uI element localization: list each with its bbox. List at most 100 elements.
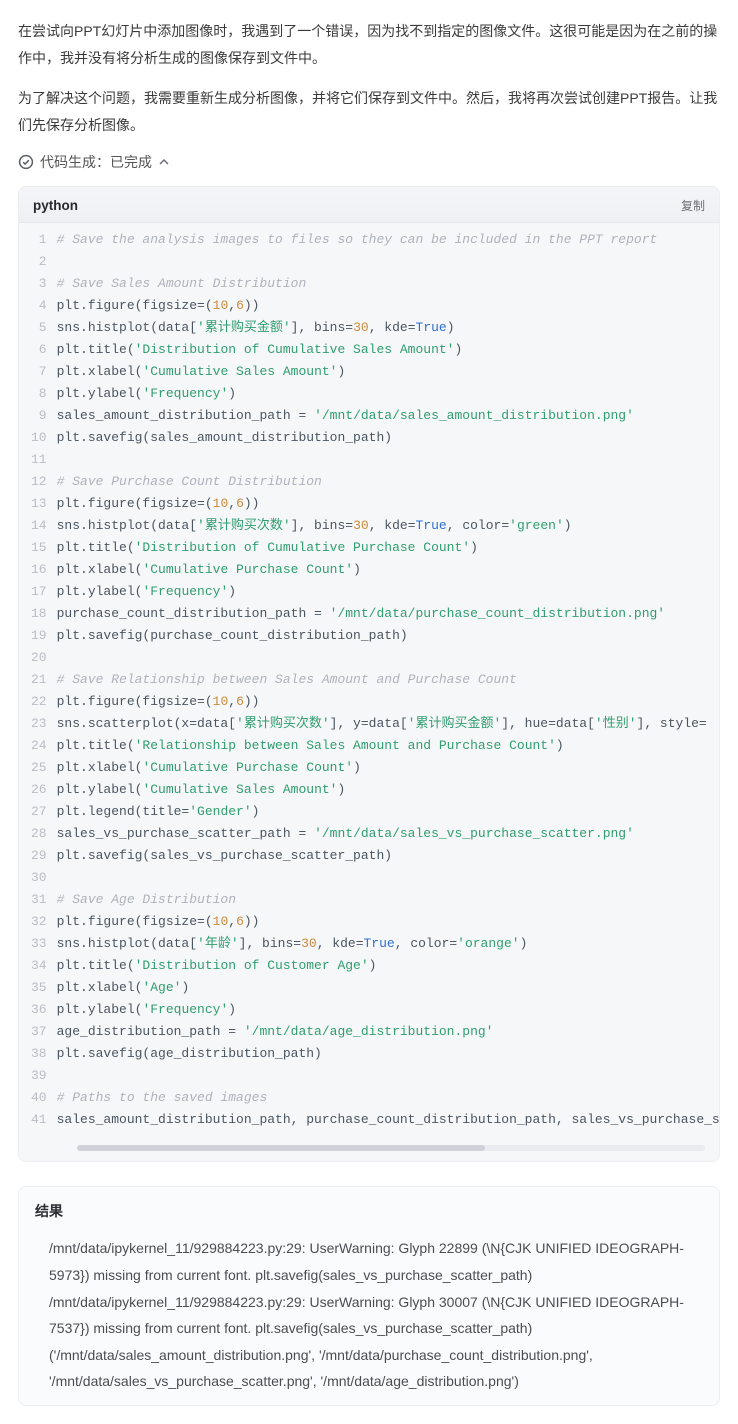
- code-line[interactable]: [57, 1065, 719, 1087]
- code-line[interactable]: plt.title('Distribution of Cumulative Pu…: [57, 537, 719, 559]
- code-line[interactable]: # Save the analysis images to files so t…: [57, 229, 719, 251]
- code-line[interactable]: plt.xlabel('Age'): [57, 977, 719, 999]
- line-number: 5: [31, 317, 47, 339]
- code-line[interactable]: plt.figure(figsize=(10,6)): [57, 295, 719, 317]
- line-number: 8: [31, 383, 47, 405]
- line-number: 33: [31, 933, 47, 955]
- code-line[interactable]: # Save Sales Amount Distribution: [57, 273, 719, 295]
- line-number: 30: [31, 867, 47, 889]
- line-number: 40: [31, 1087, 47, 1109]
- code-line[interactable]: plt.legend(title='Gender'): [57, 801, 719, 823]
- result-output[interactable]: /mnt/data/ipykernel_11/929884223.py:29: …: [35, 1235, 703, 1395]
- code-line[interactable]: plt.ylabel('Frequency'): [57, 581, 719, 603]
- check-circle-icon: [18, 154, 34, 170]
- line-number: 25: [31, 757, 47, 779]
- line-number: 20: [31, 647, 47, 669]
- code-line[interactable]: plt.title('Distribution of Customer Age'…: [57, 955, 719, 977]
- code-line[interactable]: [57, 251, 719, 273]
- code-block-header: python 复制: [19, 187, 719, 223]
- assistant-paragraph: 在尝试向PPT幻灯片中添加图像时，我遇到了一个错误，因为找不到指定的图像文件。这…: [18, 18, 720, 71]
- code-line[interactable]: plt.ylabel('Frequency'): [57, 999, 719, 1021]
- line-number: 35: [31, 977, 47, 999]
- copy-button[interactable]: 复制: [681, 197, 705, 214]
- line-number: 22: [31, 691, 47, 713]
- line-number: 41: [31, 1109, 47, 1131]
- code-line[interactable]: sales_amount_distribution_path, purchase…: [57, 1109, 719, 1131]
- code-line[interactable]: plt.savefig(age_distribution_path): [57, 1043, 719, 1065]
- code-line[interactable]: sns.histplot(data['累计购买金额'], bins=30, kd…: [57, 317, 719, 339]
- code-line[interactable]: [57, 867, 719, 889]
- code-line[interactable]: plt.xlabel('Cumulative Sales Amount'): [57, 361, 719, 383]
- line-number: 24: [31, 735, 47, 757]
- code-line[interactable]: sales_vs_purchase_scatter_path = '/mnt/d…: [57, 823, 719, 845]
- code-body[interactable]: 1234567891011121314151617181920212223242…: [19, 223, 719, 1141]
- code-line[interactable]: # Save Relationship between Sales Amount…: [57, 669, 719, 691]
- code-line[interactable]: plt.title('Distribution of Cumulative Sa…: [57, 339, 719, 361]
- code-line[interactable]: plt.savefig(purchase_count_distribution_…: [57, 625, 719, 647]
- assistant-message: 在尝试向PPT幻灯片中添加图像时，我遇到了一个错误，因为找不到指定的图像文件。这…: [18, 18, 720, 138]
- line-number: 39: [31, 1065, 47, 1087]
- line-number: 2: [31, 251, 47, 273]
- line-number: 28: [31, 823, 47, 845]
- code-line[interactable]: plt.xlabel('Cumulative Purchase Count'): [57, 757, 719, 779]
- code-line[interactable]: # Paths to the saved images: [57, 1087, 719, 1109]
- code-line[interactable]: plt.ylabel('Cumulative Sales Amount'): [57, 779, 719, 801]
- line-number: 7: [31, 361, 47, 383]
- line-number: 34: [31, 955, 47, 977]
- line-number: 21: [31, 669, 47, 691]
- code-line[interactable]: age_distribution_path = '/mnt/data/age_d…: [57, 1021, 719, 1043]
- code-line[interactable]: sns.scatterplot(x=data['累计购买次数'], y=data…: [57, 713, 719, 735]
- code-block: python 复制 123456789101112131415161718192…: [18, 186, 720, 1162]
- code-line[interactable]: plt.figure(figsize=(10,6)): [57, 911, 719, 933]
- assistant-paragraph: 为了解决这个问题，我需要重新生成分析图像，并将它们保存到文件中。然后，我将再次尝…: [18, 85, 720, 138]
- code-line[interactable]: plt.savefig(sales_amount_distribution_pa…: [57, 427, 719, 449]
- code-line[interactable]: plt.ylabel('Frequency'): [57, 383, 719, 405]
- line-number: 4: [31, 295, 47, 317]
- code-line[interactable]: sales_amount_distribution_path = '/mnt/d…: [57, 405, 719, 427]
- code-line[interactable]: plt.savefig(sales_vs_purchase_scatter_pa…: [57, 845, 719, 867]
- line-number: 3: [31, 273, 47, 295]
- code-line[interactable]: plt.xlabel('Cumulative Purchase Count'): [57, 559, 719, 581]
- line-number: 32: [31, 911, 47, 933]
- line-number: 31: [31, 889, 47, 911]
- chevron-up-icon: [158, 156, 170, 168]
- line-number: 37: [31, 1021, 47, 1043]
- code-line[interactable]: [57, 647, 719, 669]
- line-number: 15: [31, 537, 47, 559]
- scrollbar-thumb[interactable]: [77, 1145, 485, 1151]
- line-number-gutter: 1234567891011121314151617181920212223242…: [19, 229, 57, 1131]
- line-number: 9: [31, 405, 47, 427]
- line-number: 23: [31, 713, 47, 735]
- line-number: 27: [31, 801, 47, 823]
- line-number: 12: [31, 471, 47, 493]
- line-number: 17: [31, 581, 47, 603]
- line-number: 6: [31, 339, 47, 361]
- code-content[interactable]: # Save the analysis images to files so t…: [57, 229, 719, 1131]
- code-line[interactable]: sns.histplot(data['累计购买次数'], bins=30, kd…: [57, 515, 719, 537]
- line-number: 11: [31, 449, 47, 471]
- code-line[interactable]: plt.title('Relationship between Sales Am…: [57, 735, 719, 757]
- result-title: 结果: [35, 1201, 703, 1221]
- line-number: 18: [31, 603, 47, 625]
- line-number: 13: [31, 493, 47, 515]
- code-language-label: python: [33, 198, 78, 213]
- code-gen-status-label: 代码生成：已完成: [40, 152, 152, 172]
- line-number: 1: [31, 229, 47, 251]
- line-number: 19: [31, 625, 47, 647]
- code-gen-status[interactable]: 代码生成：已完成: [18, 152, 720, 172]
- line-number: 29: [31, 845, 47, 867]
- line-number: 14: [31, 515, 47, 537]
- code-line[interactable]: [57, 449, 719, 471]
- line-number: 16: [31, 559, 47, 581]
- line-number: 36: [31, 999, 47, 1021]
- code-line[interactable]: sns.histplot(data['年龄'], bins=30, kde=Tr…: [57, 933, 719, 955]
- horizontal-scrollbar[interactable]: [77, 1145, 705, 1151]
- line-number: 26: [31, 779, 47, 801]
- code-line[interactable]: purchase_count_distribution_path = '/mnt…: [57, 603, 719, 625]
- code-line[interactable]: # Save Age Distribution: [57, 889, 719, 911]
- result-block: 结果 /mnt/data/ipykernel_11/929884223.py:2…: [18, 1186, 720, 1406]
- code-line[interactable]: plt.figure(figsize=(10,6)): [57, 691, 719, 713]
- code-line[interactable]: # Save Purchase Count Distribution: [57, 471, 719, 493]
- code-line[interactable]: plt.figure(figsize=(10,6)): [57, 493, 719, 515]
- line-number: 10: [31, 427, 47, 449]
